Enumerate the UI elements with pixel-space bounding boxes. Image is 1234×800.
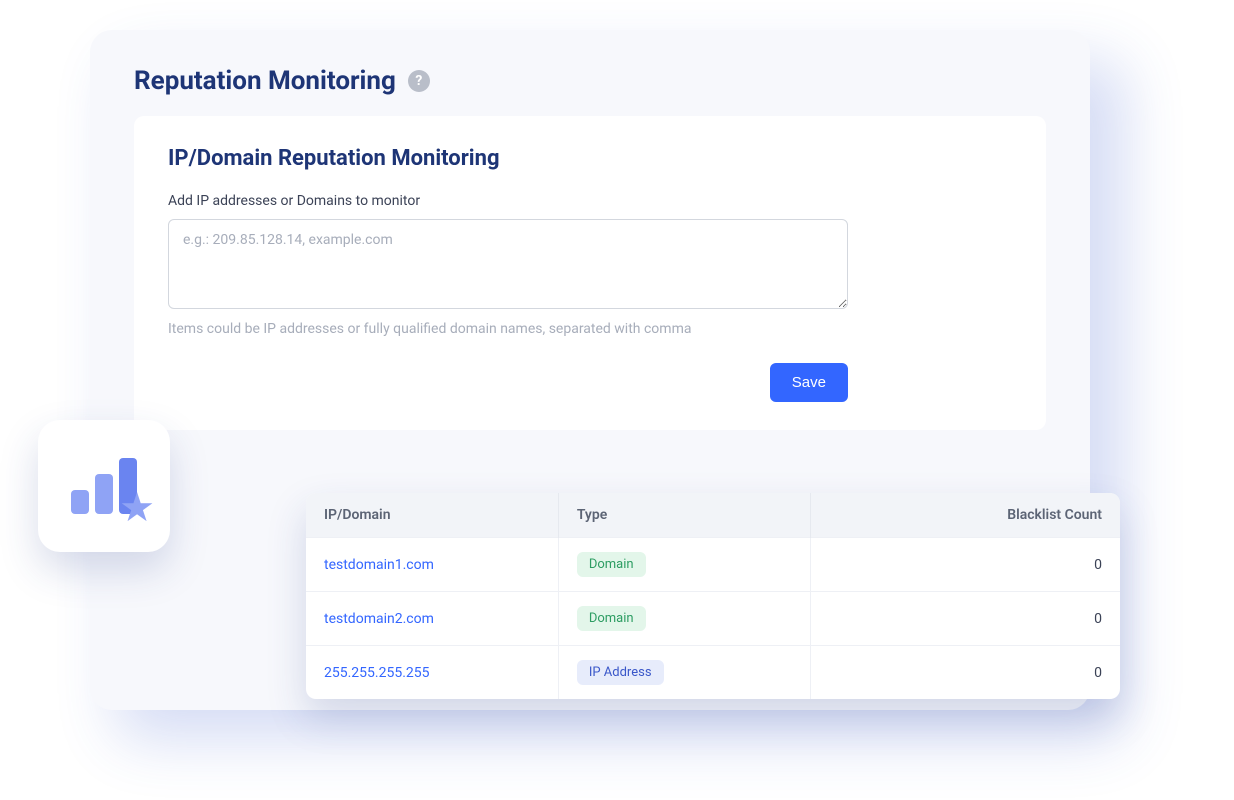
cell-type: Domain: [558, 592, 810, 646]
ip-domain-link[interactable]: testdomain1.com: [324, 557, 434, 573]
type-badge-domain: Domain: [577, 552, 646, 577]
save-button[interactable]: Save: [770, 363, 848, 402]
bar-icon: [95, 474, 113, 514]
type-badge-domain: Domain: [577, 606, 646, 631]
cell-type: Domain: [558, 538, 810, 592]
table-row: 255.255.255.255 IP Address 0: [306, 646, 1120, 700]
ip-domain-link[interactable]: testdomain2.com: [324, 611, 434, 627]
section-title: IP/Domain Reputation Monitoring: [168, 146, 1012, 171]
table-row: testdomain2.com Domain 0: [306, 592, 1120, 646]
ip-domain-link[interactable]: 255.255.255.255: [324, 665, 430, 681]
column-header-ip-domain: IP/Domain: [306, 493, 558, 538]
ip-domain-input[interactable]: [168, 219, 848, 309]
page-title: Reputation Monitoring: [134, 66, 396, 96]
page-header: Reputation Monitoring ?: [90, 30, 1090, 116]
help-icon[interactable]: ?: [408, 70, 430, 92]
bar-chart-star-icon: ★: [71, 458, 137, 514]
column-header-blacklist-count: Blacklist Count: [811, 493, 1120, 538]
bar-icon: [71, 490, 89, 514]
column-header-type: Type: [558, 493, 810, 538]
cell-blacklist-count: 0: [811, 592, 1120, 646]
reputation-form-card: IP/Domain Reputation Monitoring Add IP a…: [134, 116, 1046, 430]
star-icon: ★: [119, 488, 155, 528]
reputation-table-card: IP/Domain Type Blacklist Count testdomai…: [306, 493, 1120, 699]
table-row: testdomain1.com Domain 0: [306, 538, 1120, 592]
cell-blacklist-count: 0: [811, 646, 1120, 700]
stats-star-icon-card: ★: [38, 420, 170, 552]
table-header-row: IP/Domain Type Blacklist Count: [306, 493, 1120, 538]
cell-ip-domain: 255.255.255.255: [306, 646, 558, 700]
cell-type: IP Address: [558, 646, 810, 700]
cell-blacklist-count: 0: [811, 538, 1120, 592]
type-badge-ip: IP Address: [577, 660, 664, 685]
save-row: Save: [168, 363, 848, 402]
cell-ip-domain: testdomain2.com: [306, 592, 558, 646]
input-label: Add IP addresses or Domains to monitor: [168, 193, 1012, 209]
reputation-table: IP/Domain Type Blacklist Count testdomai…: [306, 493, 1120, 699]
cell-ip-domain: testdomain1.com: [306, 538, 558, 592]
input-helper-text: Items could be IP addresses or fully qua…: [168, 321, 1012, 337]
